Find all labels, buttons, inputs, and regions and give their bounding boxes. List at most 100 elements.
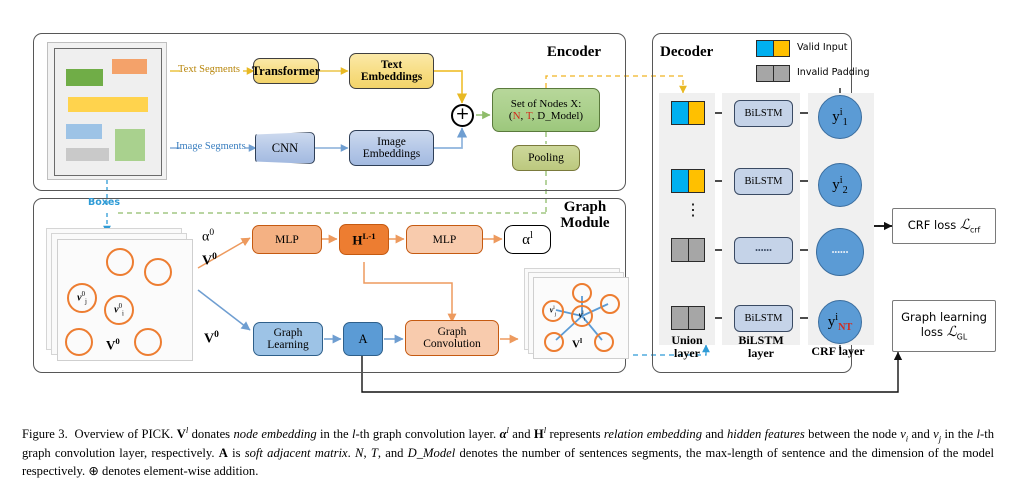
union-layer-line2: layer: [674, 345, 700, 360]
text-embeddings-line2: Embeddings: [360, 71, 423, 83]
v0-upper-sup: 0: [212, 252, 217, 262]
dim-T: T: [525, 110, 532, 122]
graph-learning-line2: Learning: [267, 339, 309, 351]
bilstm-layer-label: BiLSTM layer: [722, 334, 800, 359]
graph-module-title-line1: Graph: [563, 199, 607, 215]
figure-caption: Figure 3. Overview of PICK. Vl donates n…: [22, 425, 994, 478]
image-embeddings-block: Image Embeddings: [349, 130, 434, 166]
segment-yellow: [68, 97, 148, 112]
h-base: H: [352, 232, 363, 248]
bilstm-layer-line2: layer: [748, 345, 774, 360]
vi-out-sub: i: [583, 316, 586, 323]
graph-conv-line1: Graph: [437, 326, 467, 338]
graph-loss-symbol: ℒ: [946, 325, 957, 341]
graph-node-bottomleft: [65, 328, 93, 356]
vj-out-sub: j: [554, 311, 557, 318]
transformer-block: Transformer: [252, 58, 320, 84]
dim-D: D_Model: [537, 110, 580, 122]
legend-valid-left: [757, 41, 773, 56]
union-token-1[interactable]: [671, 101, 705, 125]
vj-in-sup: 0: [81, 290, 85, 298]
graph-loss-text: loss: [920, 325, 944, 340]
caption-prefix: Figure 3.: [22, 427, 68, 442]
pooling-block: Pooling: [512, 145, 580, 171]
crf-loss-symbol: ℒ: [959, 218, 970, 234]
token-4-right: [688, 307, 704, 329]
dim-N: N: [512, 110, 521, 122]
vj-in-sub: j: [84, 298, 87, 306]
crf-loss-sub: crf: [970, 225, 981, 235]
token-4-left: [672, 307, 688, 329]
graph-convolution-block: Graph Convolution: [405, 320, 499, 356]
crf-2-sub: 2: [842, 184, 848, 196]
segment-green-2: [115, 129, 145, 161]
bilstm-cell-2: BiLSTM: [734, 168, 793, 195]
out-card-front: vlj vli Vl: [533, 277, 629, 359]
crf-loss-box: CRF loss ℒcrf: [892, 208, 996, 244]
segment-green-1: [66, 69, 103, 86]
text-embeddings-block: Text Embeddings: [349, 53, 434, 89]
mlp-right-block: MLP: [406, 225, 483, 254]
image-embeddings-line2: Embeddings: [362, 148, 421, 160]
legend-invalid-right: [773, 66, 789, 81]
input-node-set-label: V0: [106, 336, 120, 353]
graph-loss-box: Graph learning loss ℒGL: [892, 300, 996, 352]
set-of-nodes-dims: (N, T, D_Model): [508, 110, 584, 122]
union-token-4[interactable]: [671, 306, 705, 330]
alpha-l-block: αl: [504, 225, 551, 254]
alpha0-label: α0: [202, 228, 214, 246]
legend-valid-label: Valid Input: [797, 42, 848, 53]
legend-invalid-label: Invalid Padding: [797, 67, 870, 78]
legend-invalid-chip: [756, 65, 790, 82]
card-front: v0j v0i V0: [57, 239, 193, 361]
v0-lower2-base: V: [204, 331, 215, 347]
document-page: [54, 48, 162, 176]
crf-loss-text: CRF loss: [907, 218, 957, 233]
out-node-vi: vli: [571, 305, 593, 327]
bilstm-cell-ellipsis: ••••••: [734, 237, 793, 264]
crf-nt-sub: NT: [838, 321, 853, 333]
v0-lower-arrow-label: V0: [204, 330, 219, 348]
crf-node-2: yi2: [818, 163, 862, 207]
alphal-sup: l: [530, 230, 533, 241]
union-token-2[interactable]: [671, 169, 705, 193]
graph-node-vi: v0i: [104, 295, 134, 325]
segment-gray: [66, 148, 109, 161]
legend-valid-right: [773, 41, 789, 56]
token-2-right: [688, 170, 704, 192]
output-node-card-stack: vlj vli Vl: [524, 268, 634, 363]
graph-node-vj: v0j: [67, 283, 97, 313]
cnn-block: CNN: [255, 132, 315, 164]
union-token-3[interactable]: [671, 238, 705, 262]
graph-conv-line2: Convolution: [423, 338, 481, 350]
bilstm-cell-4: BiLSTM: [734, 305, 793, 332]
set-of-nodes-text: Set of Nodes X:: [510, 98, 582, 110]
vi-in-sub: i: [121, 310, 124, 318]
image-segments-label: Image Segments: [176, 141, 246, 152]
graph-node-bottomright: [134, 328, 162, 356]
union-layer-label: Union layer: [659, 334, 715, 359]
crf-node-nt: yiNT: [818, 300, 862, 344]
text-embeddings-line1: Text: [380, 59, 403, 71]
v0-upper-label: V0: [202, 252, 217, 270]
diagram-canvas: Encoder Graph Module Decoder Text Segmen…: [0, 0, 1011, 415]
legend-valid-chip: [756, 40, 790, 57]
token-1-left: [672, 102, 688, 124]
h-sup: L-1: [362, 230, 376, 241]
crf-1-base: y: [832, 108, 840, 125]
out-node-right: [600, 294, 620, 314]
document-thumbnail: [47, 42, 167, 180]
vl-out-base: V: [572, 338, 580, 351]
graph-module-title-line2: Module: [560, 214, 610, 231]
token-1-right: [688, 102, 704, 124]
graph-module-title: Graph Module: [550, 199, 620, 232]
crf-loss-content: CRF loss ℒcrf: [908, 217, 981, 234]
decoder-title: Decoder: [660, 44, 714, 60]
encoder-title: Encoder: [546, 44, 602, 60]
set-of-nodes-block: Set of Nodes X: (N, T, D_Model): [492, 88, 600, 132]
graph-loss-sub: GL: [956, 332, 968, 342]
alphal-base: α: [522, 232, 530, 248]
crf-node-ellipsis: ••••••: [816, 228, 864, 276]
graph-node-topright: [144, 258, 172, 286]
crf-layer-label: CRF layer: [811, 344, 865, 358]
